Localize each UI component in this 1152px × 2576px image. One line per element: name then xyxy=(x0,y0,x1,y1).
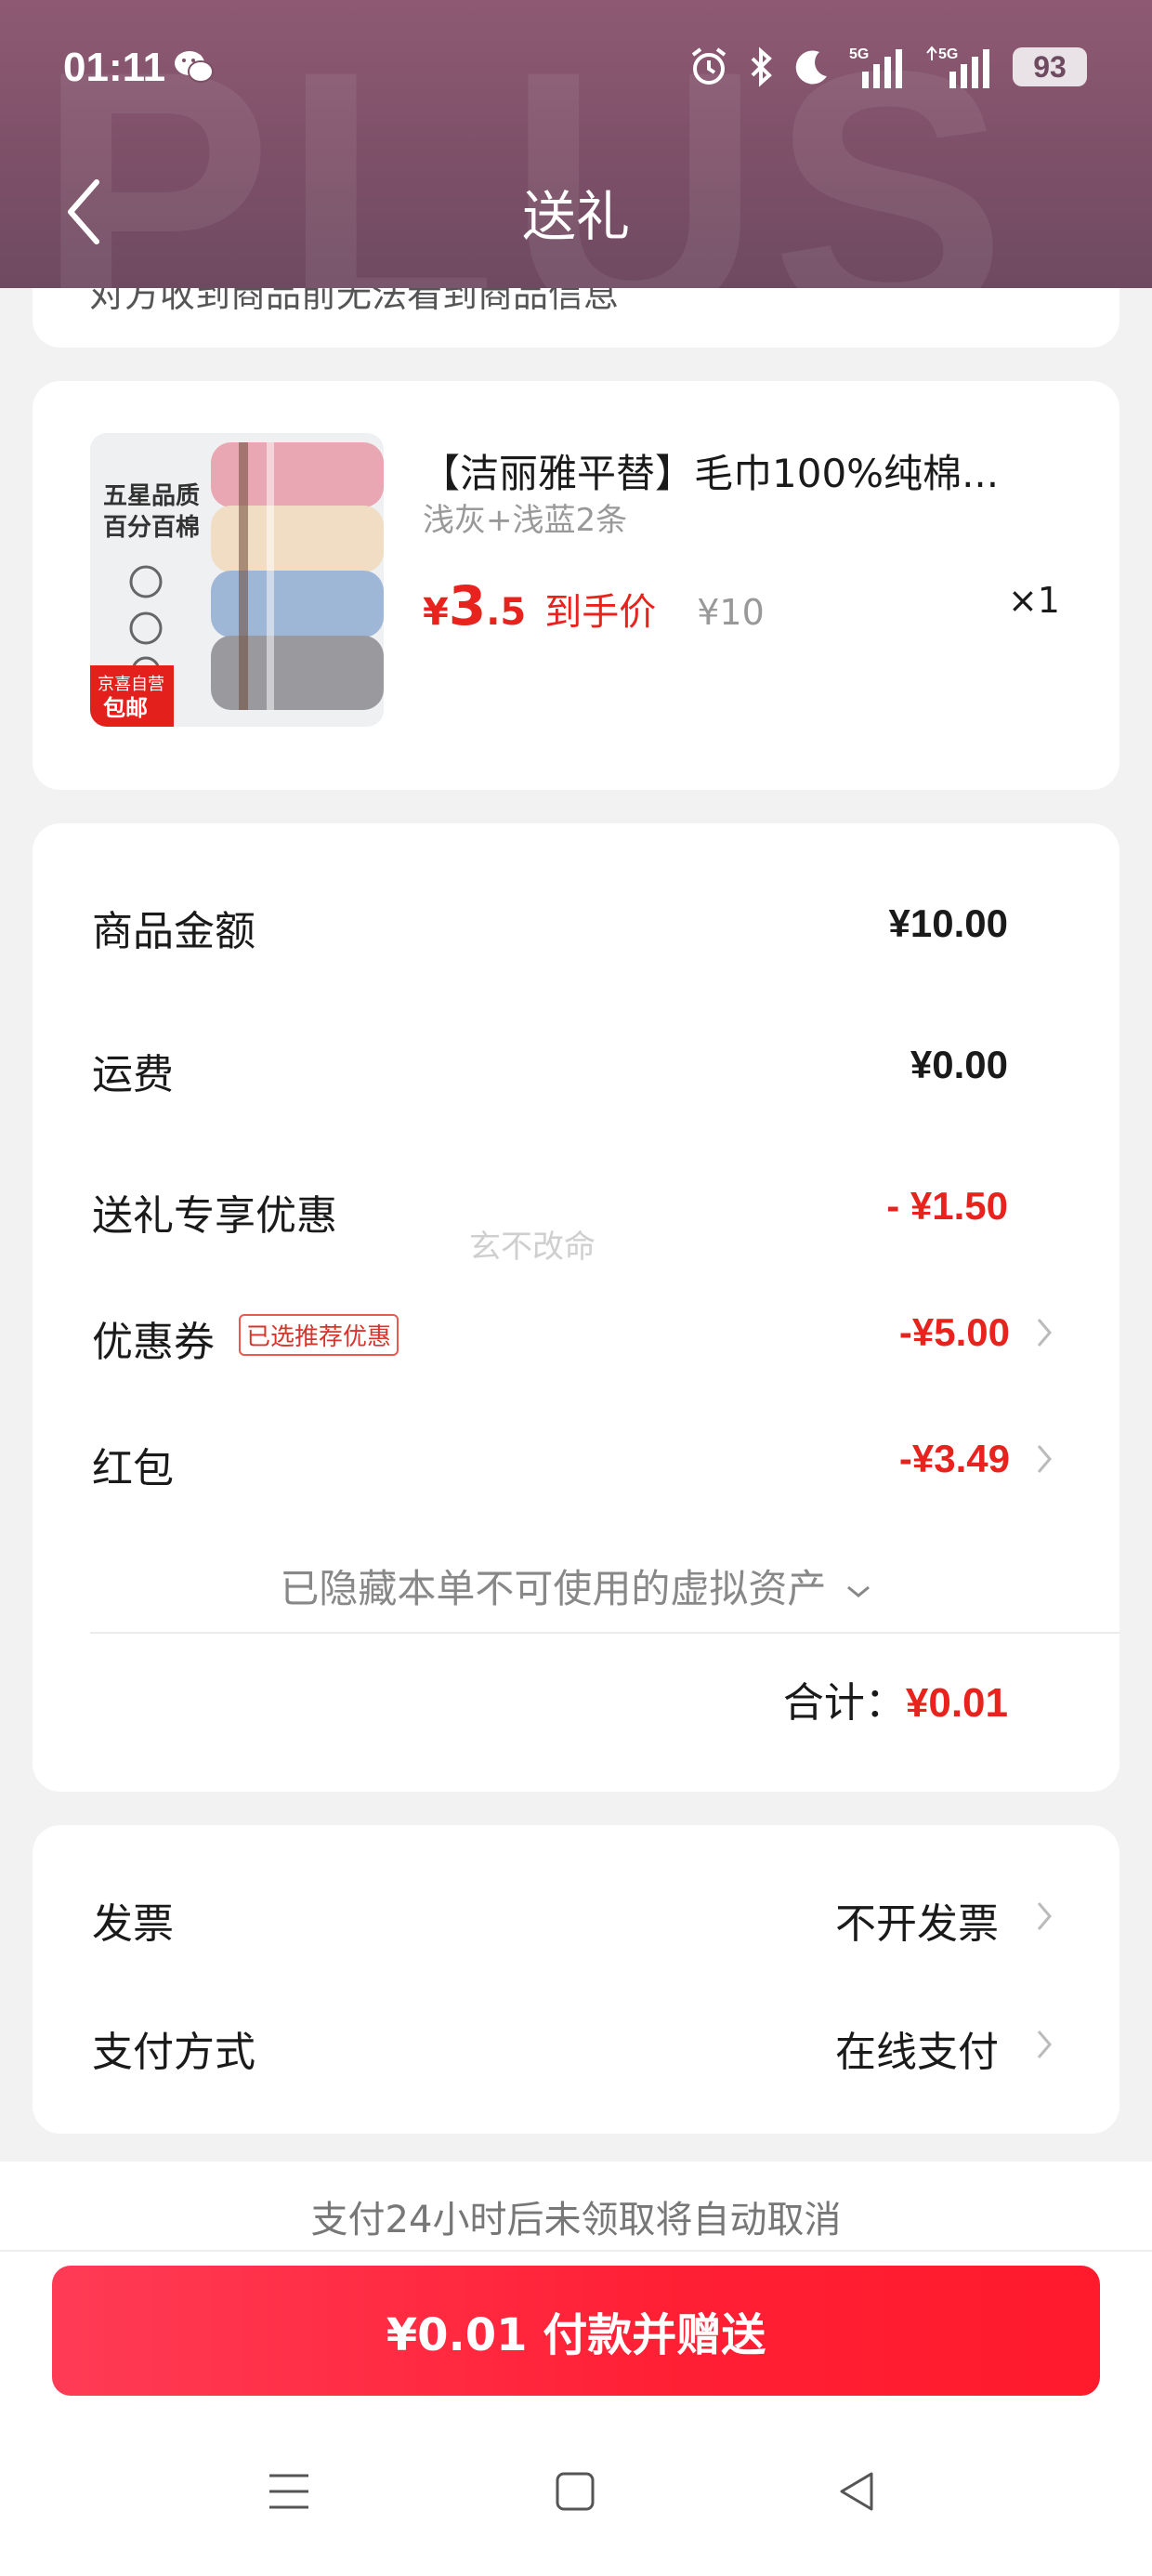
product-card[interactable]: 五星品质 百分百棉 京喜自营 包邮 【洁丽雅平替】毛巾100%纯棉... 浅灰+… xyxy=(33,381,1119,790)
price-symbol: ¥ xyxy=(423,591,449,634)
amounts-card: 商品金额 ¥10.00 运费 ¥0.00 送礼专享优惠 - ¥1.50 玄不改命… xyxy=(33,823,1119,1792)
network-label-1: 5G xyxy=(849,46,869,62)
alarm-icon xyxy=(691,47,727,85)
goods-amount-label: 商品金额 xyxy=(92,908,255,955)
invoice-card: 发票 不开发票 支付方式 在线支付 xyxy=(33,1825,1119,2134)
original-price: ¥10 xyxy=(697,592,765,633)
system-nav-bar xyxy=(0,2468,1152,2552)
coupon-chevron-icon[interactable] xyxy=(1036,1316,1053,1349)
total-label: 合计： xyxy=(782,1679,906,1727)
shipping-label: 运费 xyxy=(92,1051,174,1098)
moon-icon xyxy=(795,50,827,85)
image-tag-top: 京喜自营 xyxy=(98,675,164,694)
price-integer: 3 xyxy=(448,574,487,637)
goods-amount-value: ¥10.00 xyxy=(888,901,1008,945)
product-spec: 浅灰+浅蓝2条 xyxy=(423,502,628,539)
invoice-value: 不开发票 xyxy=(835,1900,999,1948)
signal-icon-1: 5G xyxy=(849,46,902,88)
image-badge-line1: 五星品质 xyxy=(103,482,200,510)
hidden-assets-toggle[interactable]: 已隐藏本单不可使用的虚拟资产 xyxy=(33,1557,1119,1614)
product-image[interactable]: 五星品质 百分百棉 京喜自营 包邮 xyxy=(90,433,384,727)
invoice-label: 发票 xyxy=(92,1900,174,1948)
gift-discount-label: 送礼专享优惠 xyxy=(92,1192,337,1240)
divider xyxy=(90,1632,1119,1634)
redpacket-label[interactable]: 红包 xyxy=(92,1435,174,1494)
chevron-down-icon xyxy=(846,1585,870,1597)
signal-icon-2: 5G xyxy=(926,46,989,88)
status-icons: 5G 5G 93 xyxy=(687,43,1087,91)
price-decimal: .5 xyxy=(486,591,527,634)
redpacket-value[interactable]: -¥3.49 xyxy=(899,1437,1010,1481)
total-row: 合计：¥0.01 xyxy=(783,1669,1008,1728)
price-tag: 到手价 xyxy=(544,591,657,634)
notice-divider xyxy=(0,2250,1152,2252)
shipping-value: ¥0.00 xyxy=(910,1043,1008,1086)
image-badge-line2: 百分百棉 xyxy=(103,514,200,542)
auto-cancel-notice: 支付24小时后未领取将自动取消 xyxy=(310,2199,842,2241)
bluetooth-icon xyxy=(751,46,772,87)
towel-illustration: 五星品质 百分百棉 京喜自营 包邮 xyxy=(90,433,384,727)
network-label-2: 5G xyxy=(938,46,958,62)
coupon-value[interactable]: -¥5.00 xyxy=(899,1310,1010,1355)
header: PLUS 01:11 5G 5G 93 送礼 xyxy=(0,0,1152,288)
page-title: 送礼 xyxy=(521,185,630,248)
status-time: 01:11 xyxy=(63,45,166,90)
pay-and-gift-button[interactable]: ¥0.01 付款并赠送 xyxy=(52,2266,1100,2396)
status-bar: 01:11 5G 5G 93 xyxy=(0,0,1152,130)
menu-icon[interactable] xyxy=(266,2468,312,2515)
gift-discount-value: - ¥1.50 xyxy=(886,1184,1008,1228)
back-nav-icon[interactable] xyxy=(834,2468,881,2515)
bottom-bar: 支付24小时后未领取将自动取消 ¥0.01 付款并赠送 xyxy=(0,2162,1152,2576)
payment-chevron-icon xyxy=(1037,2031,1052,2058)
wechat-icon xyxy=(175,51,214,83)
redpacket-chevron-icon[interactable] xyxy=(1036,1442,1053,1476)
image-tag-bottom: 包邮 xyxy=(103,695,148,721)
payment-method-value: 在线支付 xyxy=(835,2029,999,2076)
coupon-badge: 已选推荐优惠 xyxy=(239,1314,399,1356)
total-value: ¥0.01 xyxy=(905,1680,1008,1726)
text-watermark: 玄不改命 xyxy=(469,1229,596,1266)
home-icon[interactable] xyxy=(552,2468,598,2515)
coupon-label[interactable]: 优惠券 xyxy=(92,1308,215,1368)
battery-indicator: 93 xyxy=(1013,47,1087,86)
product-quantity: ×1 xyxy=(1007,580,1060,621)
product-title[interactable]: 【洁丽雅平替】毛巾100%纯棉... xyxy=(421,442,999,499)
invoice-chevron-icon xyxy=(1037,1902,1052,1930)
payment-method-label: 支付方式 xyxy=(92,2029,255,2076)
hidden-assets-text: 已隐藏本单不可使用的虚拟资产 xyxy=(280,1566,827,1611)
product-price: ¥ 3 .5 到手价 ¥10 xyxy=(423,574,765,637)
